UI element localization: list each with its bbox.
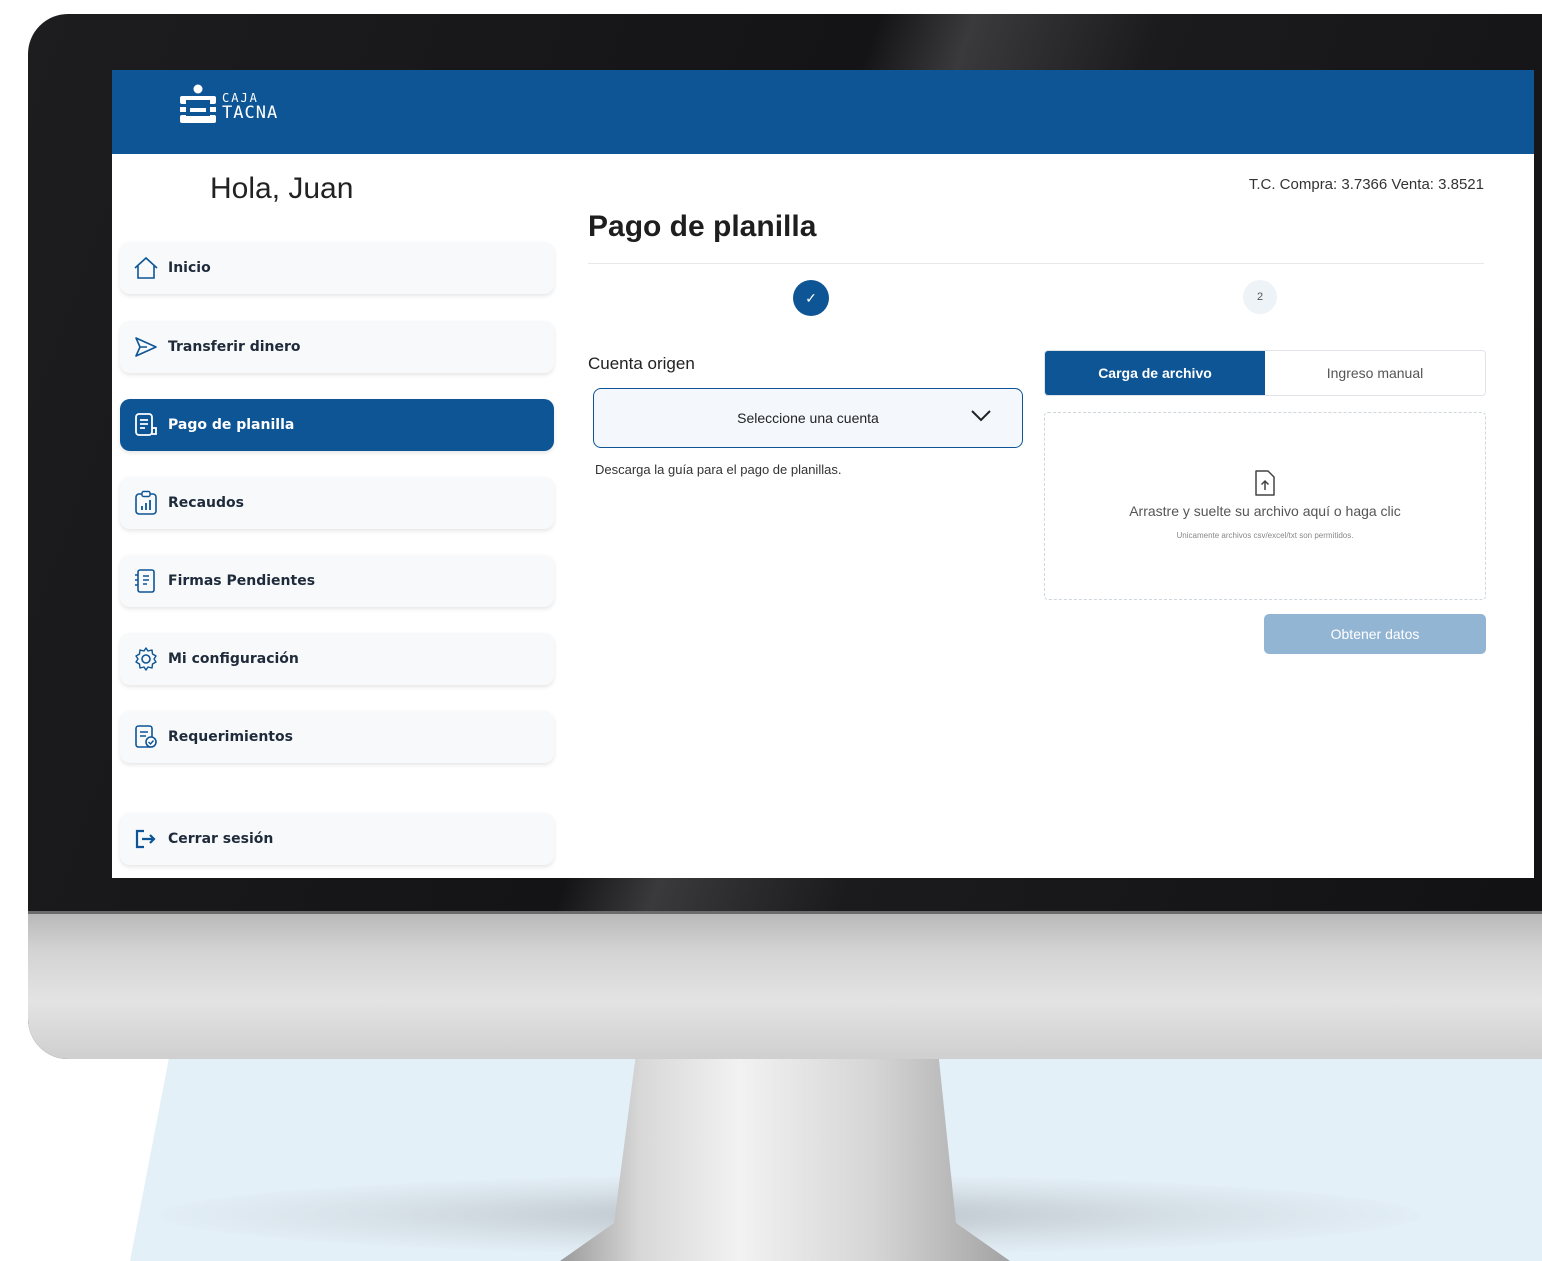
- stepper-step-2: 2: [1243, 280, 1277, 314]
- dropzone-hint: Unicamente archivos csv/excel/txt son pe…: [1176, 531, 1354, 540]
- app-screen: CAJA TACNA Hola, Juan Inicio Transferir …: [112, 70, 1534, 878]
- sidebar-item-firmas[interactable]: Firmas Pendientes: [120, 555, 554, 607]
- guide-download-link[interactable]: Descarga la guía para el pago de planill…: [595, 462, 841, 477]
- sidebar-item-configuracion[interactable]: Mi configuración: [120, 633, 554, 685]
- obtener-datos-button[interactable]: Obtener datos: [1264, 614, 1486, 654]
- account-select-value: Seleccione una cuenta: [737, 410, 879, 426]
- logout-icon: [132, 825, 160, 853]
- sidebar-item-label: Recaudos: [168, 495, 244, 511]
- document-icon: [132, 411, 160, 439]
- account-origin-label: Cuenta origen: [588, 354, 695, 373]
- monitor-frame: CAJA TACNA Hola, Juan Inicio Transferir …: [28, 14, 1542, 1059]
- sidebar-item-label: Pago de planilla: [168, 417, 295, 433]
- sidebar-item-requerimientos[interactable]: Requerimientos: [120, 711, 554, 763]
- top-bar: CAJA TACNA: [112, 70, 1534, 154]
- logout-button[interactable]: Cerrar sesión: [120, 813, 554, 865]
- page-title: Pago de planilla: [588, 210, 817, 243]
- sidebar-item-inicio[interactable]: Inicio: [120, 242, 554, 294]
- request-document-icon: [132, 723, 160, 751]
- sidebar-item-label: Transferir dinero: [168, 339, 301, 355]
- signature-list-icon: [132, 567, 160, 595]
- stepper-step-1: ✓: [793, 280, 829, 316]
- sidebar-item-recaudos[interactable]: Recaudos: [120, 477, 554, 529]
- title-divider: [588, 263, 1484, 264]
- sidebar-item-label: Inicio: [168, 260, 211, 276]
- logo-line2: TACNA: [222, 103, 279, 123]
- file-dropzone[interactable]: Arrastre y suelte su archivo aquí o haga…: [1044, 412, 1486, 600]
- greeting: Hola, Juan: [210, 172, 354, 205]
- tab-carga-archivo[interactable]: Carga de archivo: [1045, 351, 1265, 395]
- monitor-chin: [28, 914, 1542, 1059]
- chevron-down-icon: [971, 410, 991, 422]
- logo-icon: [180, 84, 216, 123]
- sidebar-item-label: Firmas Pendientes: [168, 573, 316, 589]
- caja-tacna-logo[interactable]: CAJA TACNA: [178, 82, 338, 132]
- sidebar-item-label: Mi configuración: [168, 651, 299, 667]
- sidebar-item-pago-planilla[interactable]: Pago de planilla: [120, 399, 554, 451]
- upload-mode-tabs: Carga de archivo Ingreso manual: [1044, 350, 1486, 396]
- dropzone-text: Arrastre y suelte su archivo aquí o haga…: [1129, 503, 1401, 519]
- file-upload-icon: [1255, 470, 1275, 496]
- sidebar-item-label: Requerimientos: [168, 729, 293, 745]
- tab-ingreso-manual[interactable]: Ingreso manual: [1265, 351, 1485, 395]
- send-icon: [132, 333, 160, 361]
- exchange-rate: T.C. Compra: 3.7366 Venta: 3.8521: [1248, 176, 1484, 193]
- logout-label: Cerrar sesión: [168, 831, 274, 847]
- chart-clipboard-icon: [132, 489, 160, 517]
- gear-icon: [132, 645, 160, 673]
- sidebar-item-transferir[interactable]: Transferir dinero: [120, 321, 554, 373]
- account-select[interactable]: Seleccione una cuenta: [593, 388, 1023, 448]
- home-icon: [132, 254, 160, 282]
